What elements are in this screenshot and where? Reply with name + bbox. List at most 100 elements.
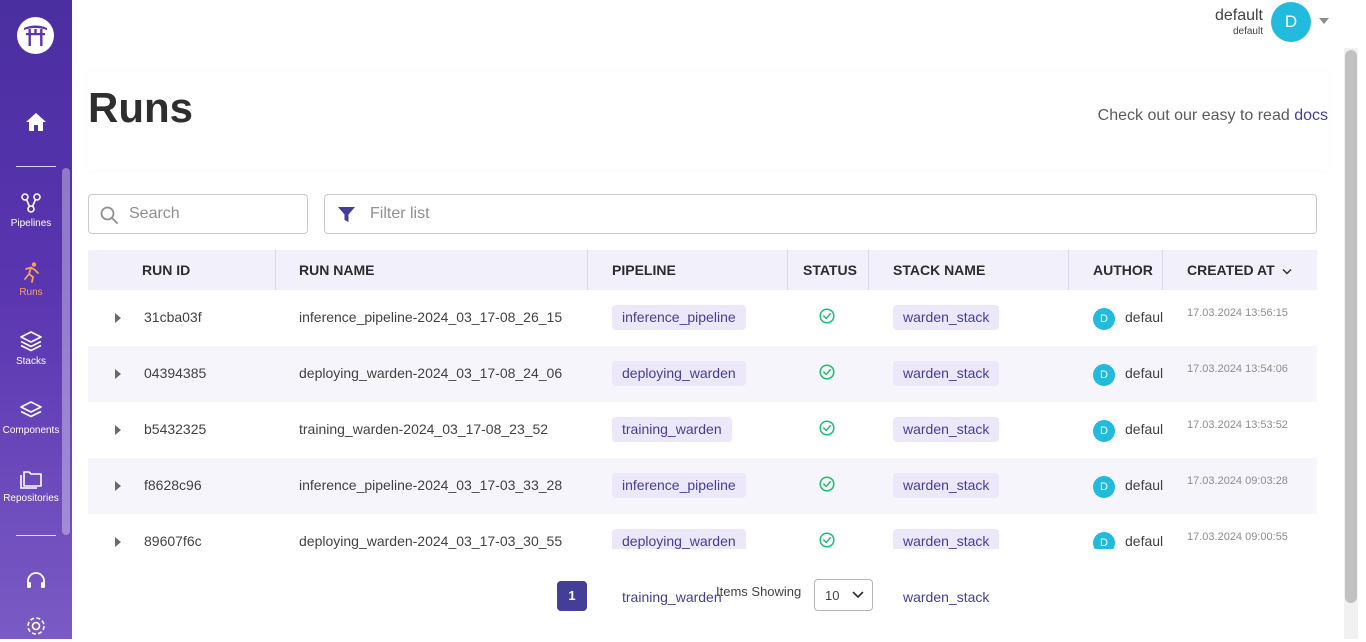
- items-per-page-value: 10: [825, 588, 840, 603]
- column-divider: [275, 250, 276, 290]
- run-id: f8628c96: [144, 477, 202, 493]
- status-completed-icon: [819, 532, 835, 548]
- expand-row-icon[interactable]: [115, 481, 121, 491]
- table-row[interactable]: 31cba03f inference_pipeline-2024_03_17-0…: [88, 290, 1317, 346]
- run-id: 89607f6c: [144, 533, 202, 549]
- filter-input[interactable]: [370, 204, 1270, 224]
- column-header-created-at[interactable]: CREATED AT: [1187, 262, 1292, 278]
- created-at: 17.03.2024 13:56:15: [1187, 307, 1288, 319]
- sidebar-item-label: Repositories: [3, 493, 59, 504]
- stack-tag[interactable]: warden_stack: [893, 529, 1000, 549]
- column-divider: [1068, 250, 1069, 290]
- sidebar-item-components[interactable]: Components: [0, 399, 62, 436]
- items-per-page-select[interactable]: 10: [814, 579, 873, 611]
- page-header: Runs Check out our easy to read docs: [88, 72, 1328, 170]
- column-divider: [868, 250, 869, 290]
- page-title: Runs: [88, 84, 193, 131]
- created-at: 17.03.2024 09:00:55: [1187, 531, 1288, 543]
- runs-table: RUN ID RUN NAME PIPELINE STATUS STACK NA…: [88, 250, 1317, 549]
- run-id: b5432325: [144, 421, 207, 437]
- status-completed-icon: [819, 476, 835, 492]
- sidebar-item-label: Pipelines: [10, 218, 52, 229]
- sort-desc-icon: [1282, 269, 1292, 275]
- author-avatar: D: [1093, 420, 1115, 442]
- chevron-down-icon: [852, 591, 864, 599]
- page-button-current[interactable]: 1: [557, 581, 587, 611]
- search-box: [88, 194, 308, 234]
- column-header-run-id[interactable]: RUN ID: [142, 262, 190, 278]
- docs-hint: Check out our easy to read docs: [1098, 107, 1328, 125]
- sidebar-scrollbar[interactable]: [62, 168, 70, 535]
- author-avatar: D: [1093, 308, 1115, 330]
- created-at: 17.03.2024 09:03:28: [1187, 475, 1288, 487]
- repositories-icon: [20, 471, 42, 489]
- sidebar-item-pipelines[interactable]: Pipelines: [0, 192, 62, 229]
- author-name: default: [1125, 533, 1163, 549]
- expand-row-icon[interactable]: [115, 369, 121, 379]
- column-header-status[interactable]: STATUS: [803, 262, 857, 278]
- column-header-label: CREATED AT: [1187, 262, 1275, 278]
- pipeline-tag[interactable]: inference_pipeline: [612, 305, 746, 330]
- sidebar-divider: [16, 166, 56, 167]
- author-name: default: [1125, 477, 1163, 493]
- table-row[interactable]: f8628c96 inference_pipeline-2024_03_17-0…: [88, 458, 1317, 514]
- pipeline-tag[interactable]: deploying_warden: [612, 361, 746, 386]
- run-name: training_warden-2024_03_17-08_23_52: [299, 421, 549, 437]
- author-name: default: [1125, 309, 1163, 325]
- table-row[interactable]: 89607f6c deploying_warden-2024_03_17-03_…: [88, 514, 1317, 549]
- home-nav-item[interactable]: [25, 112, 47, 137]
- column-divider: [1162, 250, 1163, 290]
- workspace-name: default: [1232, 26, 1263, 37]
- components-icon: [20, 401, 42, 418]
- settings-button[interactable]: [25, 615, 47, 642]
- support-icon: [27, 572, 45, 588]
- sidebar: Pipelines Runs Stacks Components Reposit…: [0, 0, 72, 639]
- sidebar-item-label: Stacks: [15, 356, 46, 367]
- user-avatar[interactable]: D: [1271, 2, 1311, 42]
- column-divider: [587, 250, 588, 290]
- items-showing-label: Items Showing: [716, 584, 802, 599]
- column-header-author[interactable]: AUTHOR: [1093, 262, 1153, 278]
- main-scrollbar[interactable]: [1345, 50, 1357, 603]
- sidebar-item-label: Runs: [19, 287, 43, 298]
- runs-icon: [24, 262, 39, 283]
- column-header-stack-name[interactable]: STACK NAME: [893, 262, 985, 278]
- search-icon: [100, 206, 118, 224]
- column-header-run-name[interactable]: RUN NAME: [299, 262, 374, 278]
- filter-icon[interactable]: [338, 207, 355, 223]
- status-completed-icon: [819, 308, 835, 324]
- pipeline-tag[interactable]: inference_pipeline: [612, 473, 746, 498]
- run-name: inference_pipeline-2024_03_17-03_33_28: [299, 477, 563, 493]
- stack-tag[interactable]: warden_stack: [893, 473, 1000, 498]
- sidebar-item-repositories[interactable]: Repositories: [0, 467, 62, 504]
- expand-row-icon[interactable]: [115, 313, 121, 323]
- sidebar-item-runs[interactable]: Runs: [0, 261, 62, 298]
- table-row[interactable]: b5432325 training_warden-2024_03_17-08_2…: [88, 402, 1317, 458]
- stack-tag[interactable]: warden_stack: [893, 305, 1000, 330]
- stack-tag[interactable]: warden_stack: [903, 589, 989, 605]
- filter-box: [324, 194, 1317, 234]
- column-header-pipeline[interactable]: PIPELINE: [612, 262, 676, 278]
- pipeline-tag[interactable]: training_warden: [612, 417, 732, 442]
- sidebar-item-stacks[interactable]: Stacks: [0, 330, 62, 367]
- run-id: 04394385: [144, 365, 207, 381]
- pipeline-tag[interactable]: deploying_warden: [612, 529, 746, 549]
- stack-tag[interactable]: warden_stack: [893, 417, 1000, 442]
- expand-row-icon[interactable]: [115, 425, 121, 435]
- sidebar-divider: [16, 535, 56, 536]
- pipeline-tag[interactable]: training_warden: [622, 589, 722, 605]
- stacks-icon: [20, 331, 42, 352]
- chevron-down-icon[interactable]: [1319, 18, 1329, 24]
- author-name: default: [1125, 365, 1163, 381]
- column-divider: [787, 250, 788, 290]
- app-logo[interactable]: [17, 17, 54, 54]
- run-name: deploying_warden-2024_03_17-03_30_55: [299, 533, 563, 549]
- search-input[interactable]: [129, 204, 299, 224]
- support-button[interactable]: [25, 570, 47, 595]
- author-name: default: [1125, 421, 1163, 437]
- stack-tag[interactable]: warden_stack: [893, 361, 1000, 386]
- table-row[interactable]: 04394385 deploying_warden-2024_03_17-08_…: [88, 346, 1317, 402]
- author-avatar: D: [1093, 364, 1115, 386]
- expand-row-icon[interactable]: [115, 537, 121, 547]
- docs-link[interactable]: docs: [1294, 107, 1328, 124]
